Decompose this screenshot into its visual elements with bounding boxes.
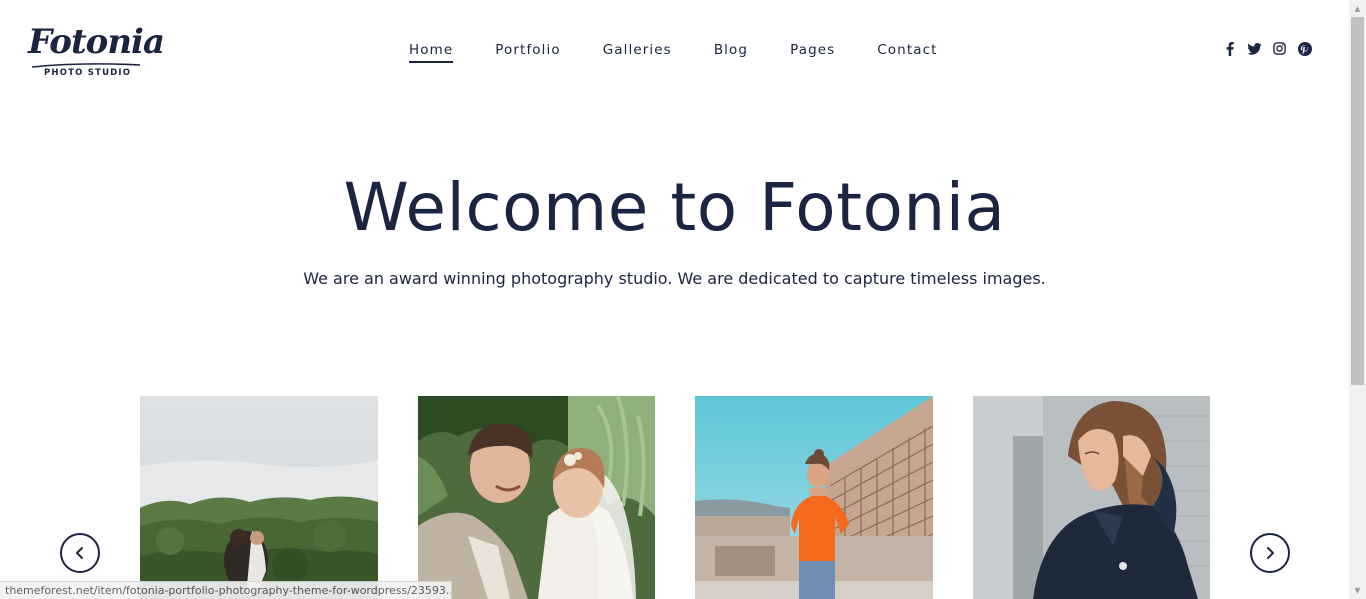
hero-title: Welcome to Fotonia [343,169,1006,246]
scroll-thumb[interactable] [1351,17,1364,385]
pinterest-icon[interactable] [1297,41,1312,56]
browser-status-url: themeforest.net/item/fotonia-portfolio-p… [0,581,452,599]
nav-pages[interactable]: Pages [790,41,835,67]
slider-next-button[interactable] [1250,533,1290,573]
gallery-photo-3[interactable] [695,396,933,599]
wedding-couple-photo [418,396,655,599]
page-scrollbar[interactable]: ▲ ▼ [1349,0,1366,599]
logo-tagline: PHOTO STUDIO [44,68,132,78]
nav-home[interactable]: Home [409,41,454,67]
woman-denim-jacket-photo [973,396,1210,599]
nav-blog[interactable]: Blog [714,41,748,67]
gallery-photo-1[interactable] [140,396,378,599]
site-logo[interactable]: Fotonia PHOTO STUDIO [28,20,165,82]
woman-orange-shirt-photo [695,396,933,599]
nav-portfolio[interactable]: Portfolio [495,41,560,67]
facebook-icon[interactable] [1222,41,1237,56]
slider-prev-button[interactable] [60,533,100,573]
instagram-icon[interactable] [1272,41,1287,56]
gallery-photo-2[interactable] [418,396,655,599]
chevron-left-icon [76,547,83,559]
logo-wordmark: Fotonia [28,22,165,62]
couple-embrace-photo [140,396,378,599]
chevron-right-icon [1267,547,1274,559]
nav-galleries[interactable]: Galleries [603,41,672,67]
main-nav: Home Portfolio Galleries Blog Pages Cont… [409,41,980,67]
twitter-icon[interactable] [1247,41,1262,56]
social-links [1222,41,1312,56]
scroll-down-arrow-icon[interactable]: ▼ [1353,586,1362,595]
hero-subtitle: We are an award winning photography stud… [303,269,1046,288]
gallery-photo-4[interactable] [973,396,1210,599]
scroll-up-arrow-icon[interactable]: ▲ [1353,4,1362,13]
page: Fotonia PHOTO STUDIO Home Portfolio Gall… [0,0,1366,599]
nav-contact[interactable]: Contact [877,41,937,67]
